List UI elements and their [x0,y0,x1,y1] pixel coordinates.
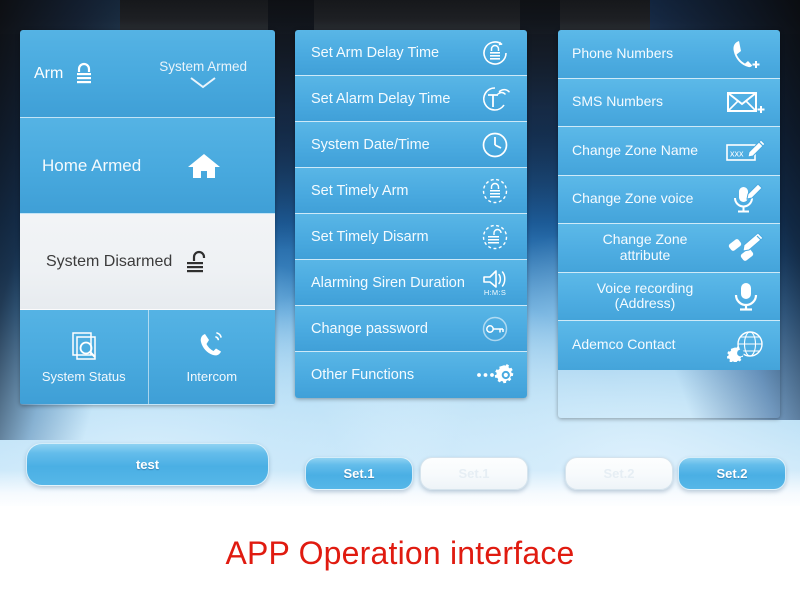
intercom-label: Intercom [186,368,238,384]
left-bottom-tiles: System Status Intercom [20,310,275,404]
menu-item-label: System Date/Time [311,136,430,153]
svg-text:xxx: xxx [730,148,744,158]
menu-item-label: Other Functions [311,367,415,383]
system-disarmed-row[interactable]: System Disarmed [20,214,275,310]
system-status-label: System Status [41,368,126,384]
menu-item-set-timely-arm[interactable]: Set Timely Arm [295,168,527,214]
hms-label: H:M:S [483,287,507,297]
globe-gear-icon [724,328,770,363]
textbox-pencil-icon: xxx [724,136,770,166]
menu-item-label: Phone Numbers [572,44,674,61]
set2-inactive-button[interactable]: Set.2 [565,457,673,490]
menu-item-label-line2: (Address) [614,295,676,312]
unlock-dial-icon [475,222,515,252]
microphone-icon [724,280,770,312]
test-button[interactable]: test [26,443,269,486]
set2-button[interactable]: Set.2 [678,457,786,490]
menu-item-label: Alarming Siren Duration [311,274,465,291]
siren-signal-icon [475,84,515,114]
menu-item-label: Change Zone Name [572,141,699,158]
menu-item-label: Set Timely Arm [311,182,409,199]
menu-item-sms-numbers[interactable]: SMS Numbers [558,78,780,127]
menu-item-set-timely-disarm[interactable]: Set Timely Disarm [295,214,527,260]
gear-dots-icon [475,362,515,388]
arm-row-left: Arm [34,62,95,86]
menu-item-label: Set Timely Disarm [311,228,429,245]
menu-item-other-functions[interactable]: Other Functions [295,352,527,398]
arm-row[interactable]: Arm System Armed [20,30,275,118]
house-icon [187,151,221,181]
menu-item-system-date-time[interactable]: System Date/Time [295,122,527,168]
speaker-sound-icon: H:M:S [475,269,515,297]
microphone-pencil-icon [724,183,770,215]
menu-item-label-line2: attribute [619,246,671,263]
system-armed-state[interactable]: System Armed [159,59,247,89]
phone-plus-icon [724,38,770,70]
padlock-closed-icon [73,62,95,86]
menu-item-label: SMS Numbers [572,93,664,110]
set1-button[interactable]: Set.1 [305,457,413,490]
system-status-tile[interactable]: System Status [20,310,148,404]
right-screen-panel: Phone Numbers SMS Numbers Change Zone Na… [558,30,780,418]
screenshot-root: Arm System Armed Home Armed System Disar… [0,0,800,600]
menu-item-change-zone-voice[interactable]: Change Zone voice [558,175,780,224]
menu-item-label: Ademco Contact [572,336,676,353]
menu-item-change-zone-attribute[interactable]: Change Zone attribute [558,224,780,273]
lock-clock-icon [475,38,515,68]
menu-item-label: Set Alarm Delay Time [311,90,451,107]
left-screen-panel: Arm System Armed Home Armed System Disar… [20,30,275,405]
home-armed-row[interactable]: Home Armed [20,118,275,214]
padlock-open-icon [185,250,211,274]
document-magnifier-icon [68,331,100,361]
menu-item-set-alarm-delay-time[interactable]: Set Alarm Delay Time [295,76,527,122]
clock-icon [475,130,515,160]
middle-screen-panel: Set Arm Delay Time Set Alarm Delay Time [295,30,527,398]
menu-item-label-line1: Voice recording [596,279,694,296]
menu-item-ademco-contact[interactable]: Ademco Contact [558,321,780,370]
telephone-handset-icon [196,331,228,361]
menu-item-label: Change Zone voice [572,190,694,207]
key-circle-icon [475,314,515,344]
system-armed-label: System Armed [159,58,247,74]
menu-item-label: Voice recording (Address) [572,279,724,312]
menu-item-phone-numbers[interactable]: Phone Numbers [558,30,780,79]
tags-pencil-icon [724,232,770,264]
menu-item-label: Set Arm Delay Time [311,44,440,61]
menu-item-change-password[interactable]: Change password [295,306,527,352]
chevron-down-icon[interactable] [188,76,218,89]
arm-label: Arm [34,64,64,82]
menu-item-alarming-siren-duration[interactable]: Alarming Siren Duration H:M:S [295,260,527,306]
menu-item-set-arm-delay-time[interactable]: Set Arm Delay Time [295,30,527,76]
home-armed-label: Home Armed [42,155,142,175]
menu-item-label: Change password [311,320,428,337]
system-disarmed-label: System Disarmed [46,252,173,270]
menu-item-voice-recording-address[interactable]: Voice recording (Address) [558,272,780,321]
set1-inactive-button[interactable]: Set.1 [420,457,528,490]
menu-item-change-zone-name[interactable]: Change Zone Name xxx [558,127,780,176]
envelope-plus-icon [724,87,770,117]
menu-item-label: Change Zone attribute [572,231,724,263]
intercom-tile[interactable]: Intercom [147,310,276,404]
lock-dial-icon [475,176,515,206]
caption-band: APP Operation interface [0,506,800,600]
page-title: APP Operation interface [225,534,575,571]
menu-item-label-line1: Change Zone [602,231,688,248]
